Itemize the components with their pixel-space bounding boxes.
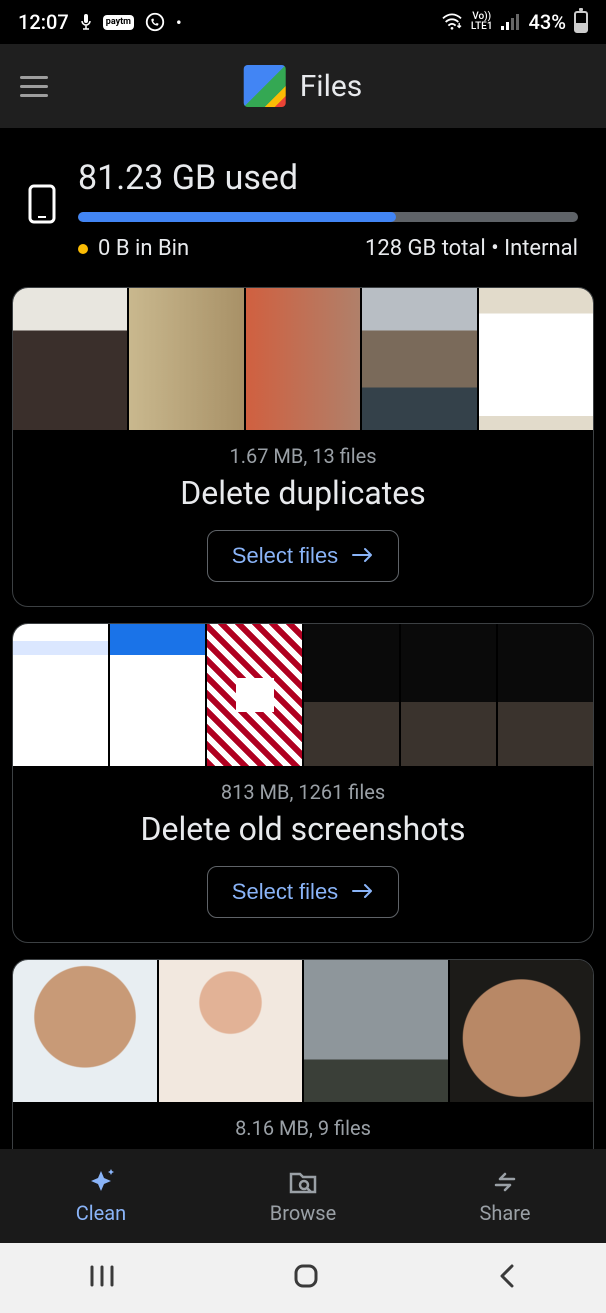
card-meta: 1.67 MB, 13 files <box>29 444 577 468</box>
storage-used-text: 81.23 GB used <box>78 158 578 198</box>
content-area: 81.23 GB used 0 B in Bin 128 GB total • … <box>0 128 606 1149</box>
nav-label: Share <box>480 1201 531 1225</box>
storage-summary[interactable]: 81.23 GB used 0 B in Bin 128 GB total • … <box>0 128 606 287</box>
card-delete-duplicates: 1.67 MB, 13 files Delete duplicates Sele… <box>12 287 594 607</box>
recents-button[interactable] <box>89 1264 115 1292</box>
thumbnail[interactable] <box>498 624 593 766</box>
nav-clean[interactable]: Clean <box>0 1149 202 1243</box>
card-delete-old-screenshots: 813 MB, 1261 files Delete old screenshot… <box>12 623 594 943</box>
thumbnail-row[interactable] <box>13 960 593 1102</box>
card-title: Delete old screenshots <box>29 810 577 848</box>
select-files-button[interactable]: Select files <box>207 866 399 918</box>
storage-total: 128 GB total • Internal <box>365 236 578 261</box>
share-icon <box>490 1167 520 1197</box>
nav-browse[interactable]: Browse <box>202 1149 404 1243</box>
select-files-button[interactable]: Select files <box>207 530 399 582</box>
wifi-icon <box>441 13 463 31</box>
phone-icon <box>28 184 56 228</box>
home-button[interactable] <box>292 1262 320 1294</box>
thumbnail[interactable] <box>207 624 302 766</box>
battery-percent: 43% <box>529 10 566 34</box>
thumbnail-row[interactable] <box>13 624 593 766</box>
battery-icon <box>574 11 588 33</box>
thumbnail[interactable] <box>450 960 594 1102</box>
back-button[interactable] <box>497 1263 517 1293</box>
sparkle-icon <box>85 1167 117 1197</box>
files-logo-icon <box>244 65 286 107</box>
card-meta: 813 MB, 1261 files <box>29 780 577 804</box>
browse-icon <box>288 1167 318 1197</box>
card-delete-blurry-photos: 8.16 MB, 9 files Delete blurry photos <box>12 959 594 1149</box>
thumbnail[interactable] <box>304 960 448 1102</box>
thumbnail[interactable] <box>159 960 303 1102</box>
arrow-right-icon <box>352 879 374 905</box>
thumbnail[interactable] <box>479 288 593 430</box>
paytm-icon: paytm <box>103 15 134 30</box>
system-nav-bar <box>0 1243 606 1313</box>
thumbnail[interactable] <box>246 288 360 430</box>
nav-share[interactable]: Share <box>404 1149 606 1243</box>
status-time: 12:07 <box>18 10 69 34</box>
voice-icon <box>79 13 93 31</box>
nav-label: Browse <box>270 1201 336 1225</box>
thumbnail-row[interactable] <box>13 288 593 430</box>
signal-icon <box>501 14 521 30</box>
bin-status: 0 B in Bin <box>78 236 189 261</box>
whatsapp-icon <box>144 11 166 33</box>
more-dot-icon: • <box>176 13 182 32</box>
app-bar: Files <box>0 44 606 128</box>
menu-button[interactable] <box>20 76 48 97</box>
thumbnail[interactable] <box>13 960 157 1102</box>
thumbnail[interactable] <box>110 624 205 766</box>
lte-indicator: Vo))LTE1 <box>471 12 493 32</box>
thumbnail[interactable] <box>304 624 399 766</box>
thumbnail[interactable] <box>129 288 243 430</box>
app-title: Files <box>300 69 363 104</box>
thumbnail[interactable] <box>13 288 127 430</box>
arrow-right-icon <box>352 543 374 569</box>
nav-label: Clean <box>76 1201 126 1225</box>
card-title: Delete duplicates <box>29 474 577 512</box>
status-bar: 12:07 paytm • Vo))LTE1 43% <box>0 0 606 44</box>
thumbnail[interactable] <box>13 624 108 766</box>
bottom-nav: Clean Browse Share <box>0 1149 606 1243</box>
storage-progress <box>78 212 578 222</box>
thumbnail[interactable] <box>362 288 476 430</box>
thumbnail[interactable] <box>401 624 496 766</box>
card-meta: 8.16 MB, 9 files <box>29 1116 577 1140</box>
